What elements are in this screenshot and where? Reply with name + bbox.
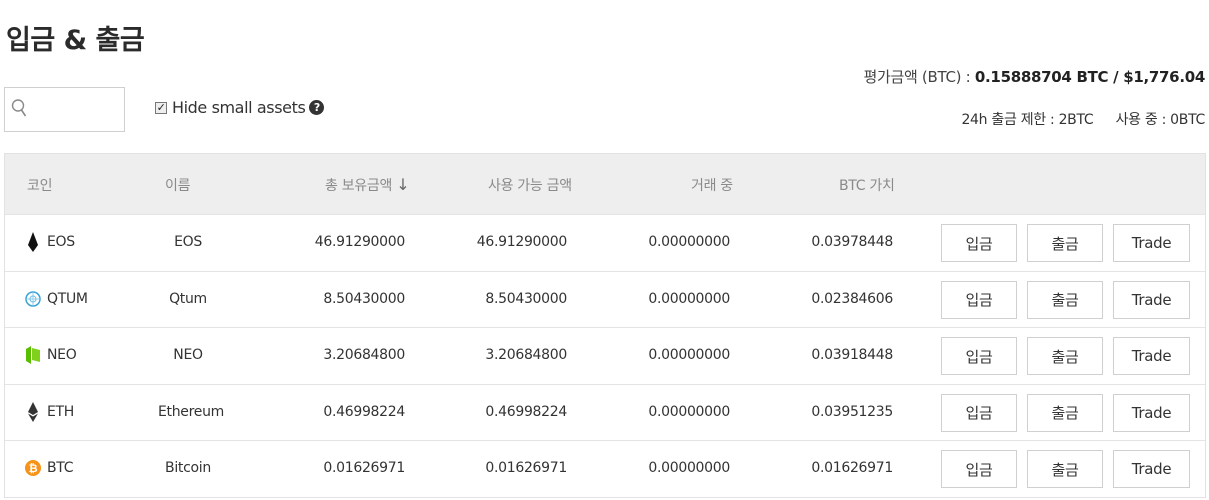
total-balance: 46.91290000 bbox=[314, 234, 406, 250]
col-total-label: 총 보유금액 bbox=[325, 178, 393, 194]
btc-icon: ₿ bbox=[25, 458, 41, 478]
deposit-button[interactable]: 입금 bbox=[941, 393, 1017, 432]
col-available: 사용 가능 금액 bbox=[488, 178, 572, 194]
svg-text:₿: ₿ bbox=[29, 462, 38, 475]
summary-label: 평가금액 (BTC) : bbox=[863, 68, 971, 86]
deposit-button[interactable]: 입금 bbox=[941, 337, 1017, 376]
table-row: ₿ BTC Bitcoin 0.01626971 0.01626971 0.0000000… bbox=[5, 440, 1205, 497]
btc-value: 0.01626971 bbox=[811, 460, 893, 477]
total-balance: 0.46998224 bbox=[323, 403, 405, 420]
table-row: ETH Ethereum 0.46998224 0.46998224 0.0000000… bbox=[5, 383, 1205, 441]
portfolio-summary: 평가금액 (BTC) : 0.15888704 BTC / $1,776.04 bbox=[863, 66, 1205, 87]
coin-name: Bitcoin bbox=[165, 460, 211, 477]
qtum-icon bbox=[25, 289, 41, 309]
in-order-balance: 0.00000000 bbox=[648, 234, 730, 250]
in-order-balance: 0.00000000 bbox=[648, 460, 730, 477]
coin-symbol: NEO bbox=[47, 347, 77, 364]
table-row: QTUM Qtum 8.50430000 8.50430000 0.00000000 0.… bbox=[5, 270, 1205, 328]
deposit-button[interactable]: 입금 bbox=[941, 450, 1017, 489]
hide-small-assets-label: Hide small assets bbox=[172, 98, 306, 117]
assets-table: 코인 이름 총 보유금액 ↓ 사용 가능 금액 거래 중 BTC 가치 EOS E… bbox=[4, 153, 1206, 498]
search-box[interactable] bbox=[4, 87, 125, 132]
search-icon bbox=[11, 98, 27, 122]
trade-button[interactable]: Trade bbox=[1113, 450, 1190, 489]
summary-value: 0.15888704 BTC / $1,776.04 bbox=[974, 68, 1205, 86]
trade-button[interactable]: Trade bbox=[1113, 393, 1190, 432]
in-order-balance: 0.00000000 bbox=[648, 403, 730, 420]
btc-value: 0.02384606 bbox=[811, 290, 893, 307]
coin-name: Qtum bbox=[169, 290, 207, 307]
neo-icon bbox=[25, 345, 41, 365]
deposit-button[interactable]: 입금 bbox=[941, 224, 1017, 262]
available-balance: 0.01626971 bbox=[485, 460, 567, 477]
total-balance: 0.01626971 bbox=[323, 460, 405, 477]
hide-small-assets-toggle[interactable]: ✓ Hide small assets ? bbox=[155, 98, 325, 117]
withdraw-button[interactable]: 출금 bbox=[1027, 337, 1103, 376]
withdraw-button[interactable]: 출금 bbox=[1027, 393, 1103, 432]
btc-value: 0.03978448 bbox=[811, 234, 893, 250]
available-balance: 3.20684800 bbox=[485, 347, 567, 364]
withdraw-button[interactable]: 출금 bbox=[1027, 450, 1103, 489]
coin-name: NEO bbox=[173, 347, 203, 364]
help-icon[interactable]: ? bbox=[309, 100, 325, 115]
table-row: NEO NEO 3.20684800 3.20684800 0.00000000 0.03… bbox=[5, 327, 1205, 384]
available-balance: 8.50430000 bbox=[485, 290, 567, 307]
coin-symbol: ETH bbox=[47, 403, 75, 420]
search-input[interactable] bbox=[31, 94, 121, 125]
coin-symbol: BTC bbox=[47, 460, 74, 477]
btc-value: 0.03951235 bbox=[811, 403, 893, 420]
table-row: EOS EOS 46.91290000 46.91290000 0.00000000 0.… bbox=[5, 214, 1205, 271]
col-name: 이름 bbox=[165, 178, 191, 194]
btc-value: 0.03918448 bbox=[811, 347, 893, 364]
available-balance: 0.46998224 bbox=[485, 403, 567, 420]
withdraw-button[interactable]: 출금 bbox=[1027, 224, 1103, 262]
trade-button[interactable]: Trade bbox=[1113, 280, 1190, 319]
in-order-balance: 0.00000000 bbox=[648, 290, 730, 307]
table-header: 코인 이름 총 보유금액 ↓ 사용 가능 금액 거래 중 BTC 가치 bbox=[5, 154, 1205, 214]
col-coin: 코인 bbox=[27, 178, 53, 194]
coin-symbol: EOS bbox=[47, 234, 75, 250]
withdraw-limit-text: 24h 출금 제한 : 2BTC bbox=[961, 112, 1094, 128]
withdraw-button[interactable]: 출금 bbox=[1027, 280, 1103, 319]
eos-icon bbox=[25, 232, 41, 252]
in-use-text: 사용 중 : 0BTC bbox=[1115, 112, 1206, 128]
col-in-order: 거래 중 bbox=[691, 178, 733, 194]
sort-down-icon: ↓ bbox=[396, 175, 410, 194]
trade-button[interactable]: Trade bbox=[1113, 224, 1190, 262]
trade-button[interactable]: Trade bbox=[1113, 337, 1190, 376]
coin-name: EOS bbox=[174, 234, 202, 250]
total-balance: 8.50430000 bbox=[323, 290, 405, 307]
coin-symbol: QTUM bbox=[47, 290, 88, 307]
in-order-balance: 0.00000000 bbox=[648, 347, 730, 364]
page-title: 입금 & 출금 bbox=[6, 25, 145, 56]
available-balance: 46.91290000 bbox=[476, 234, 568, 250]
col-btc-value: BTC 가치 bbox=[839, 178, 895, 194]
coin-name: Ethereum bbox=[158, 403, 224, 420]
eth-icon bbox=[25, 401, 41, 422]
total-balance: 3.20684800 bbox=[323, 347, 405, 364]
withdraw-limits: 24h 출금 제한 : 2BTC 사용 중 : 0BTC bbox=[961, 109, 1205, 129]
deposit-button[interactable]: 입금 bbox=[941, 280, 1017, 319]
col-total[interactable]: 총 보유금액 ↓ bbox=[325, 175, 410, 195]
hide-small-assets-checkbox[interactable]: ✓ bbox=[155, 101, 167, 114]
